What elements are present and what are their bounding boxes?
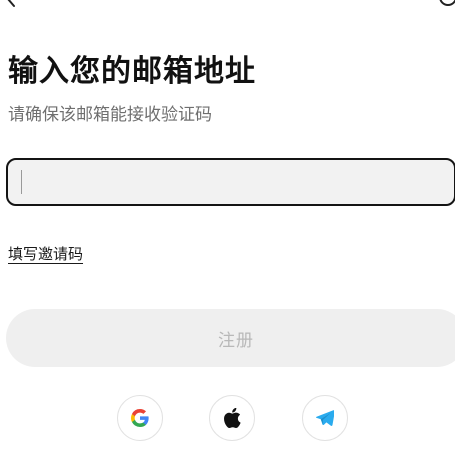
- apple-icon: [224, 408, 241, 428]
- google-login-button[interactable]: [117, 395, 163, 441]
- chevron-left-icon: [7, 0, 15, 7]
- help-circle-icon[interactable]: [439, 0, 455, 6]
- register-button[interactable]: 注册: [6, 309, 455, 367]
- invite-code-link[interactable]: 填写邀请码: [8, 243, 83, 264]
- google-icon: [131, 409, 149, 427]
- telegram-icon: [316, 410, 334, 426]
- email-field[interactable]: [6, 158, 455, 206]
- text-cursor: [21, 170, 22, 194]
- page-subtitle: 请确保该邮箱能接收验证码: [8, 105, 212, 125]
- page-title: 输入您的邮箱地址: [8, 54, 256, 89]
- telegram-login-button[interactable]: [302, 395, 348, 441]
- back-button[interactable]: [2, 0, 20, 8]
- register-page: 输入您的邮箱地址 请确保该邮箱能接收验证码 填写邀请码 注册: [0, 0, 455, 454]
- apple-login-button[interactable]: [209, 395, 255, 441]
